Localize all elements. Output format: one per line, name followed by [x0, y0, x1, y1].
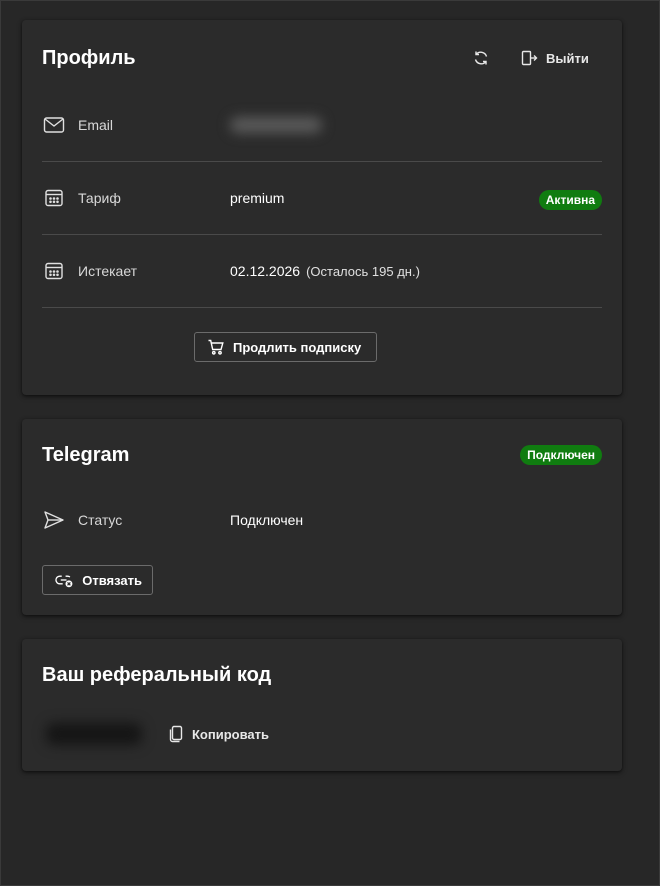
renew-subscription-button[interactable]: Продлить подписку [194, 332, 377, 362]
cart-icon [208, 339, 224, 355]
telegram-card: Telegram Подключен Статус Подключен Отвя… [22, 419, 622, 615]
expires-row: Истекает 02.12.2026 (Осталось 195 дн.) [42, 235, 602, 308]
sign-out-icon [521, 50, 538, 66]
email-row: Email [42, 89, 602, 162]
tariff-value: premium [230, 190, 285, 206]
mail-icon [42, 113, 66, 137]
logout-label: Выйти [546, 50, 589, 66]
telegram-status-value: Подключен [230, 512, 304, 528]
referral-title: Ваш реферальный код [42, 664, 272, 686]
calendar-icon [42, 186, 66, 210]
subscription-status-badge: Активна [538, 190, 602, 210]
referral-code-redacted [46, 723, 142, 745]
telegram-title: Telegram [42, 444, 130, 466]
refresh-icon [474, 51, 488, 65]
email-label: Email [78, 117, 114, 133]
email-value-redacted [230, 117, 322, 133]
refresh-button[interactable] [472, 48, 492, 68]
expiry-date: 02.12.2026 [230, 263, 301, 279]
referral-card: Ваш реферальный код Копировать [22, 639, 622, 771]
profile-title: Профиль [42, 47, 136, 69]
profile-card: Профиль Выйти Email Тариф premium Активн… [22, 20, 622, 395]
calendar-icon [42, 259, 66, 283]
expires-label: Истекает [78, 263, 138, 279]
unlink-button[interactable]: Отвязать [42, 565, 153, 595]
copy-icon [169, 725, 183, 743]
telegram-status-label: Статус [78, 512, 123, 528]
logout-button[interactable]: Выйти [520, 48, 589, 68]
renew-label: Продлить подписку [233, 339, 362, 355]
unlink-icon [55, 575, 73, 588]
copy-button[interactable]: Копировать [168, 725, 269, 743]
days-remaining: (Осталось 195 дн.) [306, 264, 420, 279]
unlink-label: Отвязать [82, 572, 142, 588]
telegram-status-badge: Подключен [520, 445, 602, 465]
tariff-label: Тариф [78, 190, 121, 206]
telegram-status-row: Статус Подключен [42, 484, 602, 556]
copy-label: Копировать [192, 726, 270, 742]
tariff-row: Тариф premium Активна [42, 162, 602, 235]
expires-value: 02.12.2026 (Осталось 195 дн.) [230, 263, 420, 279]
send-icon [42, 508, 66, 532]
